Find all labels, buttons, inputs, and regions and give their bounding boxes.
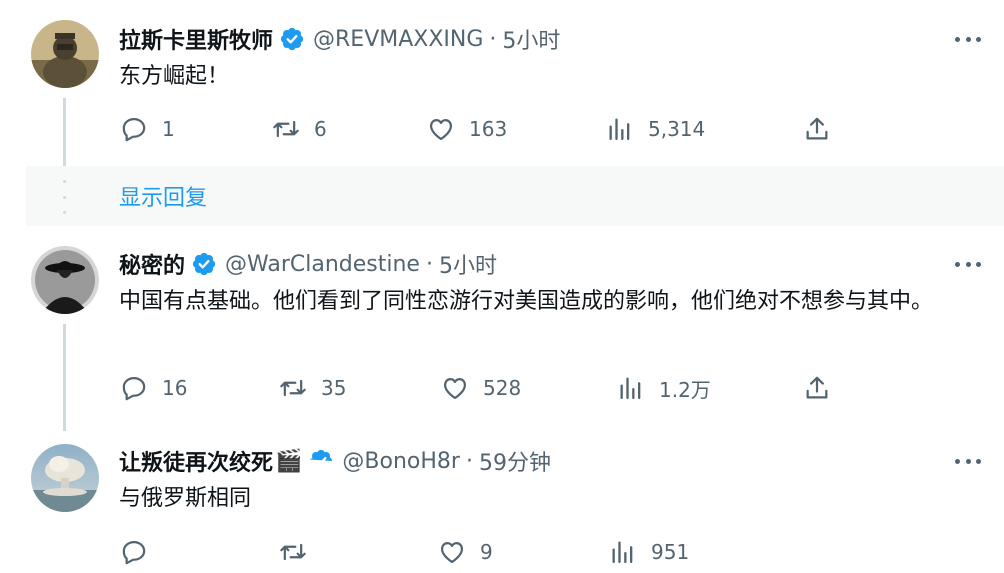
reply-icon <box>122 117 146 142</box>
views-count: 5,314 <box>648 117 706 141</box>
display-name[interactable]: 拉斯卡里斯牧师 <box>119 23 273 55</box>
tweet-header: 让叛徒再次绞死 🎬 @BonoH8r · 59分钟 <box>119 445 551 477</box>
display-name[interactable]: 秘密的 <box>119 248 185 280</box>
retweet-count: 6 <box>314 117 327 141</box>
separator: · <box>425 251 433 277</box>
like-button[interactable]: 9 <box>438 537 493 567</box>
more-options-icon[interactable] <box>955 34 981 44</box>
more-options-icon[interactable] <box>955 456 981 466</box>
retweet-button[interactable]: 6 <box>272 114 327 144</box>
views-chart-icon <box>612 541 633 564</box>
tweet-text: 东方崛起！ <box>119 64 230 89</box>
retweet-icon <box>280 543 306 561</box>
reply-button[interactable] <box>120 537 162 567</box>
views-button[interactable]: 1.2万 <box>617 373 711 403</box>
avatar[interactable] <box>31 444 99 512</box>
heart-icon <box>443 378 467 400</box>
display-name[interactable]: 让叛徒再次绞死 <box>119 445 273 477</box>
retweet-icon <box>273 120 299 138</box>
views-chart-icon <box>609 118 630 141</box>
tweet-2[interactable]: 秘密的 @WarClandestine · 5小时 中国有点基础。他们看到了同性… <box>0 226 1004 431</box>
views-count: 1.2万 <box>659 377 711 402</box>
timestamp[interactable]: 59分钟 <box>479 445 551 477</box>
share-button[interactable] <box>803 373 831 403</box>
like-button[interactable]: 528 <box>441 373 521 403</box>
clapper-board-emoji: 🎬 <box>275 448 303 474</box>
show-replies-button[interactable]: 显示回复 <box>26 166 1004 226</box>
action-bar: 16 35 528 1.2万 <box>0 373 1004 403</box>
timestamp[interactable]: 5小时 <box>439 248 497 280</box>
timestamp[interactable]: 5小时 <box>502 23 560 55</box>
avatar[interactable] <box>31 20 99 88</box>
retweet-icon <box>280 379 306 397</box>
verified-badge-icon <box>310 449 333 466</box>
separator: · <box>489 26 497 52</box>
tweet-1[interactable]: 拉斯卡里斯牧师 @REVMAXXING · 5小时 东方崛起！ 1 6 163 … <box>0 0 1004 166</box>
tweet-text: 中国有点基础。他们看到了同性恋游行对美国造成的影响，他们绝对不想参与其中。 <box>119 289 934 314</box>
tweet-3[interactable]: 让叛徒再次绞死 🎬 @BonoH8r · 59分钟 与俄罗斯相同 9 951 <box>0 431 1004 573</box>
like-count: 528 <box>483 376 522 400</box>
views-button[interactable]: 5,314 <box>606 114 705 144</box>
handle[interactable]: @BonoH8r <box>342 449 460 474</box>
heart-icon <box>440 542 464 564</box>
like-count: 9 <box>480 540 493 564</box>
verified-badge-icon <box>192 252 216 276</box>
reply-count: 1 <box>162 117 175 141</box>
share-icon <box>806 376 828 399</box>
share-button[interactable] <box>803 114 831 144</box>
reply-icon <box>122 376 146 401</box>
share-icon <box>806 117 828 140</box>
heart-icon <box>429 119 453 141</box>
retweet-button[interactable]: 35 <box>279 373 346 403</box>
more-options-icon[interactable] <box>955 259 981 269</box>
tweet-header: 拉斯卡里斯牧师 @REVMAXXING · 5小时 <box>119 23 560 55</box>
reply-count: 16 <box>162 376 188 400</box>
handle[interactable]: @REVMAXXING <box>313 27 483 52</box>
action-bar: 1 6 163 5,314 <box>0 114 1004 144</box>
like-button[interactable]: 163 <box>427 114 507 144</box>
avatar[interactable] <box>31 246 99 314</box>
show-replies-label[interactable]: 显示回复 <box>119 180 207 212</box>
views-button[interactable]: 951 <box>609 537 689 567</box>
retweet-button[interactable] <box>279 537 321 567</box>
retweet-count: 35 <box>321 376 347 400</box>
action-bar: 9 951 <box>0 537 1004 567</box>
views-chart-icon <box>620 377 641 400</box>
separator: · <box>465 448 473 474</box>
tweet-text: 与俄罗斯相同 <box>119 486 252 511</box>
like-count: 163 <box>469 117 508 141</box>
tweet-header: 秘密的 @WarClandestine · 5小时 <box>119 248 497 280</box>
views-count: 951 <box>651 540 690 564</box>
verified-badge-icon <box>280 27 304 51</box>
reply-icon <box>122 540 146 565</box>
more-replies-dots <box>63 180 67 214</box>
reply-button[interactable]: 16 <box>120 373 187 403</box>
reply-button[interactable]: 1 <box>120 114 175 144</box>
handle[interactable]: @WarClandestine <box>225 252 420 277</box>
